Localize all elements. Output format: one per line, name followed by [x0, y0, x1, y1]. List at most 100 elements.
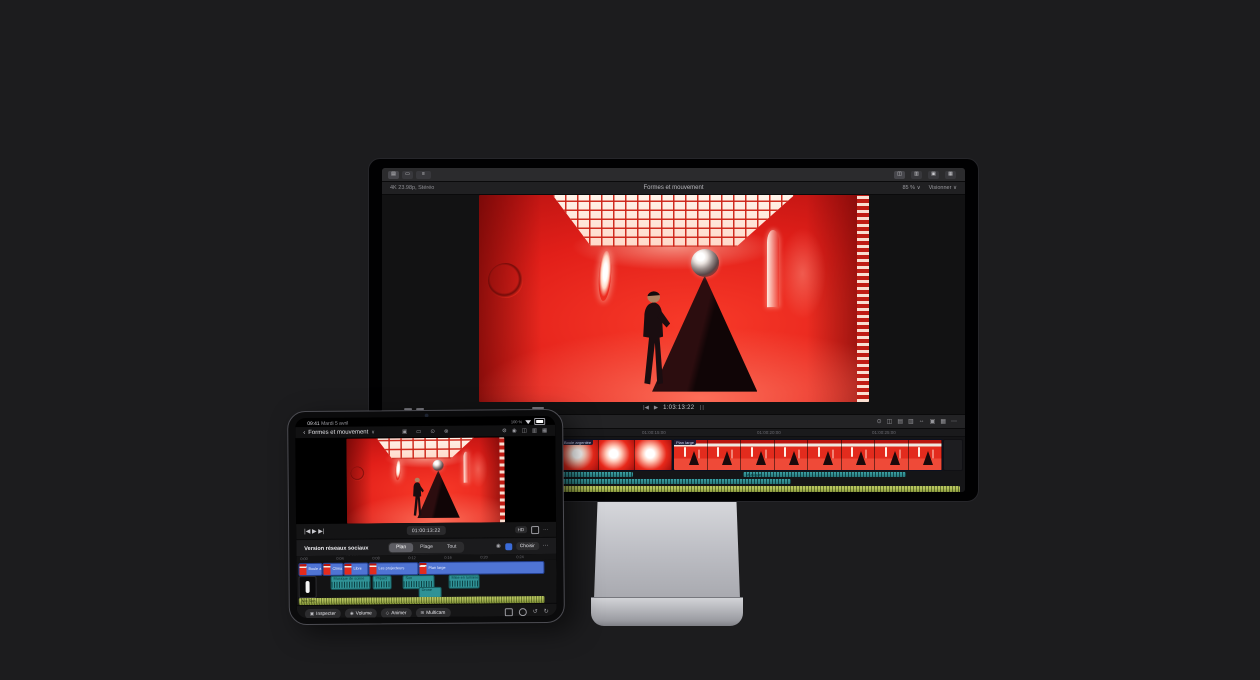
ipad-viewer — [295, 436, 556, 524]
clip-name-label: Boule argentée — [562, 440, 593, 445]
gear-icon[interactable]: ⚙ — [502, 428, 507, 434]
battery-icon — [534, 418, 545, 425]
right-icons: ⚙ ◉ ◫ ▥ ▦ — [502, 427, 547, 433]
eye-icon[interactable]: ◉ — [496, 543, 501, 549]
play-icon[interactable]: ▶ — [654, 405, 658, 411]
mic-icon[interactable]: ⊙ — [430, 428, 435, 434]
transitions-icon[interactable]: ▦ — [940, 418, 946, 425]
choose-button[interactable]: Choisir — [516, 542, 539, 550]
multicam-button[interactable]: ⊞Multicam — [415, 608, 450, 618]
project-name: Version réseaux sociaux — [304, 545, 368, 552]
display-icon[interactable]: ▥ — [532, 428, 537, 434]
effects-browser-button[interactable]: ▣ — [928, 171, 939, 179]
skip-back-icon[interactable]: |◀ — [304, 528, 310, 535]
status-time: 09:41 — [307, 420, 320, 426]
film-frame — [808, 440, 842, 470]
share-icon[interactable]: ▦ — [542, 427, 547, 433]
chevron-down-icon[interactable]: ∨ — [371, 429, 375, 435]
audio-clip[interactable]: Musique de scène — [331, 575, 371, 589]
more-icon[interactable]: ⋯ — [543, 543, 549, 549]
range-icon[interactable]: | | — [699, 405, 703, 411]
ruler-label: 01:00:20:00 — [757, 430, 781, 435]
overwrite-icon[interactable]: ▥ — [908, 418, 914, 425]
skip-back-icon[interactable]: |◀ — [643, 405, 649, 411]
power-button[interactable] — [532, 407, 544, 409]
more-icon[interactable]: ⋯ — [543, 526, 548, 532]
ruler-label: 01:00:15:00 — [642, 430, 666, 435]
video-clip-stub[interactable] — [943, 439, 963, 471]
browser-view-button[interactable]: ▥ — [911, 171, 922, 179]
connect-icon[interactable]: ⊙ — [877, 418, 882, 425]
clip-color-chip[interactable] — [505, 543, 512, 550]
segment-tout[interactable]: Tout — [440, 542, 464, 551]
redo-icon[interactable]: ↻ — [544, 608, 549, 616]
fullscreen-icon[interactable] — [531, 526, 539, 534]
animate-button[interactable]: ◇Animer — [381, 608, 412, 618]
record-icon[interactable]: ⊗ — [444, 428, 449, 434]
viewer-info-bar: 4K 23.98p, Stéréo Formes et mouvement 85… — [382, 182, 965, 195]
import-button[interactable]: ▭ — [402, 171, 413, 179]
settings-icon[interactable]: ⋯ — [951, 418, 957, 425]
audio-clip[interactable]: Mise en lumière — [449, 575, 480, 589]
undo-icon[interactable]: ↺ — [533, 608, 538, 616]
duplicate-icon[interactable] — [519, 608, 527, 616]
ruler-label: 0:08 — [372, 556, 379, 560]
segment-plage[interactable]: Plage — [413, 542, 440, 551]
fcp-viewer — [382, 195, 965, 402]
keyframe-editor-button[interactable]: ≡ — [416, 171, 431, 179]
wall-arch-light — [767, 230, 779, 307]
display-stand-foot — [591, 597, 743, 626]
trim-icon[interactable]: ↔ — [919, 418, 925, 425]
transitions-browser-button[interactable]: ▦ — [945, 171, 956, 179]
back-chevron-icon[interactable]: ‹ — [303, 430, 305, 436]
audio-clip[interactable]: Musique — [743, 472, 906, 477]
app-toolbar: ‹ Formes et mouvement ∨ ▣ ▭ ⊙ ⊗ ⚙ ◉ ◫ ▥ … — [295, 425, 555, 438]
camera-icon[interactable]: ▣ — [402, 429, 407, 435]
audio-clip[interactable]: Impact — [373, 575, 392, 589]
video-clip[interactable]: Libre — [343, 563, 368, 576]
video-frame-red-room — [346, 437, 505, 523]
media-icon[interactable]: ▭ — [416, 429, 421, 435]
segment-plan[interactable]: Plan — [389, 543, 413, 552]
video-clip[interactable]: Les projecteurs — [368, 562, 418, 575]
fcp-toolbar: ▤ ▭ ≡ ◫ ▥ ▣ ▦ — [382, 168, 965, 182]
volume-button[interactable]: ◉Volume — [345, 608, 377, 618]
project-title[interactable]: Formes et mouvement — [308, 429, 368, 436]
play-icon[interactable]: ▶ — [312, 528, 317, 535]
film-frame — [599, 440, 636, 470]
ipad: 09:41 Mardi 5 avril 100 % ‹ Formes et mo… — [287, 409, 565, 625]
volume-down-button[interactable] — [416, 408, 424, 410]
battery-percent: 100 % — [511, 419, 522, 424]
delete-icon[interactable] — [505, 608, 513, 616]
film-frame — [875, 440, 909, 470]
ruler-label: 0:16 — [444, 556, 451, 560]
volume-icon: ◉ — [350, 611, 354, 617]
volume-up-button[interactable] — [404, 408, 412, 410]
wall-blade-light — [395, 461, 401, 482]
append-icon[interactable]: ▤ — [897, 418, 903, 425]
skip-fwd-icon[interactable]: ▶| — [318, 528, 324, 535]
video-clip-wide[interactable]: Plan large — [673, 439, 943, 471]
right-wall-light-grid — [500, 437, 505, 522]
status-right: 100 % — [511, 418, 545, 425]
ruler-label: 01:00:25:00 — [872, 430, 896, 435]
viewer-options-icon[interactable]: ◫ — [522, 428, 527, 434]
timeline-view-button[interactable]: ◫ — [894, 171, 905, 179]
video-clip[interactable]: Climax — [322, 563, 343, 576]
insert-icon[interactable]: ◫ — [887, 418, 893, 425]
video-clip-closeup[interactable]: Boule argentée — [561, 439, 673, 471]
timeline-tool-icons: ⊙ ◫ ▤ ▥ ↔ ▣ ▦ ⋯ — [877, 418, 957, 425]
effects-icon[interactable]: ▣ — [930, 418, 936, 425]
project-right: ◉ Choisir ⋯ — [496, 542, 548, 550]
jog-wheel-icon[interactable]: ◉ — [512, 428, 517, 434]
video-clip[interactable]: Plan large — [418, 561, 544, 575]
video-clip[interactable]: Boule arg. — [298, 563, 322, 576]
wall-glow — [468, 451, 487, 489]
quality-badge[interactable]: HD — [515, 526, 528, 533]
ruler-label: 0:00 — [300, 557, 307, 561]
title-clip[interactable] — [299, 576, 317, 598]
inspect-button[interactable]: ▣Inspecter — [305, 609, 341, 618]
sidebar-toggle-button[interactable]: ▤ — [388, 171, 399, 179]
film-frame — [741, 440, 775, 470]
bottom-toolbar: ▣Inspecter ◉Volume ◇Animer ⊞Multicam ↺ ↻ — [297, 603, 557, 618]
